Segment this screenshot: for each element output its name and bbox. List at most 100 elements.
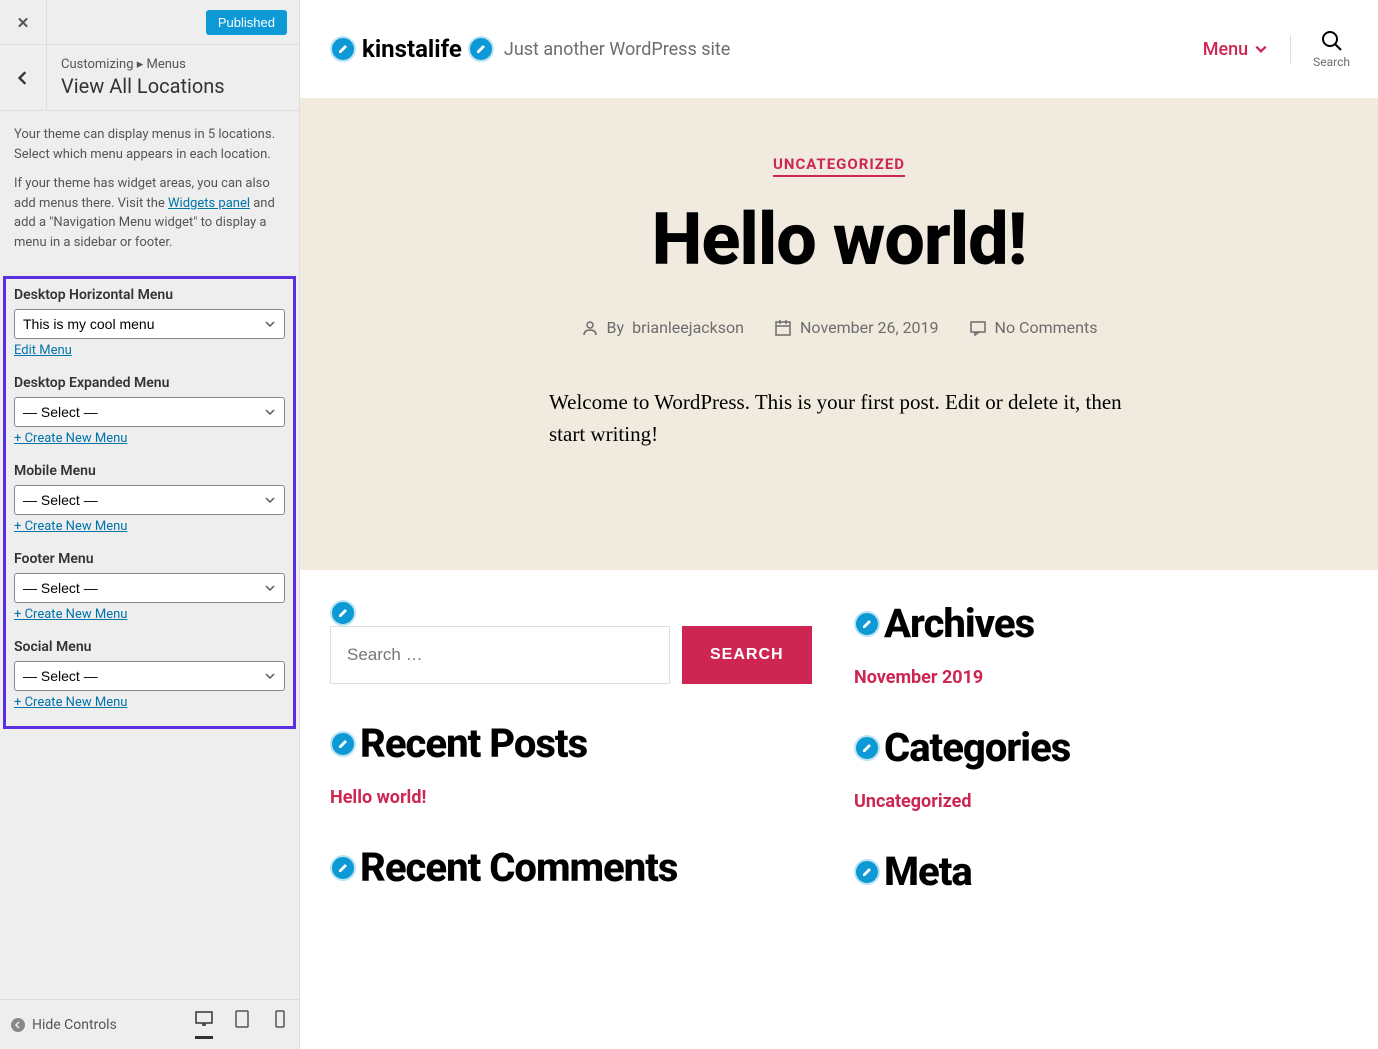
recent-comments-widget: Recent Comments <box>330 844 824 891</box>
create-menu-link[interactable]: + Create New Menu <box>14 607 127 622</box>
search-input[interactable] <box>330 626 670 684</box>
header-actions: Menu Search <box>1203 29 1350 69</box>
search-submit-button[interactable]: SEARCH <box>682 626 812 684</box>
widget-title: Meta <box>884 848 972 895</box>
site-tagline: Just another WordPress site <box>504 39 730 60</box>
chevron-left-icon <box>16 71 30 85</box>
recent-posts-widget: Recent Posts Hello world! <box>330 720 824 808</box>
desc-line2: If your theme has widget areas, you can … <box>14 174 285 252</box>
search-icon <box>1320 29 1344 53</box>
desktop-preview-button[interactable] <box>195 1010 213 1039</box>
edit-menu-link[interactable]: Edit Menu <box>14 343 72 358</box>
widget-title: Recent Posts <box>360 720 587 767</box>
location-select[interactable]: — Select — <box>14 485 285 515</box>
widget-title: Archives <box>884 600 1034 647</box>
recent-post-link[interactable]: Hello world! <box>330 787 824 808</box>
edit-shortcut-icon[interactable] <box>468 36 494 62</box>
location-desktop-horizontal: Desktop Horizontal Menu This is my cool … <box>14 287 285 358</box>
archives-widget: Archives November 2019 <box>854 600 1348 688</box>
location-desktop-expanded: Desktop Expanded Menu — Select — + Creat… <box>14 375 285 446</box>
search-form: SEARCH <box>330 626 824 684</box>
hide-controls-button[interactable]: Hide Controls <box>10 1017 183 1033</box>
widget-column-2: Archives November 2019 Categories Uncate… <box>854 600 1348 931</box>
search-widget: SEARCH <box>330 600 824 684</box>
tablet-icon <box>233 1010 251 1028</box>
panel-description: Your theme can display menus in 5 locati… <box>0 111 299 276</box>
post-title: Hello world! <box>300 197 1378 282</box>
widget-column-1: SEARCH Recent Posts Hello world! Recent … <box>330 600 824 931</box>
post-hero: UNCATEGORIZED Hello world! By brianleeja… <box>300 98 1378 570</box>
post-date: November 26, 2019 <box>774 318 939 337</box>
location-label: Mobile Menu <box>14 463 285 479</box>
category-link[interactable]: UNCATEGORIZED <box>773 155 905 177</box>
desc-line1: Your theme can display menus in 5 locati… <box>14 125 285 164</box>
footer-widgets: SEARCH Recent Posts Hello world! Recent … <box>300 570 1378 961</box>
post-category: UNCATEGORIZED <box>300 154 1378 173</box>
location-label: Footer Menu <box>14 551 285 567</box>
mobile-icon <box>271 1010 289 1028</box>
panel-title-text: Customizing ▸ Menus View All Locations <box>47 45 239 110</box>
location-footer: Footer Menu — Select — + Create New Menu <box>14 551 285 622</box>
publish-area: Published <box>47 0 299 44</box>
widget-title: Categories <box>884 724 1070 771</box>
back-button[interactable] <box>0 45 47 110</box>
menu-toggle-button[interactable]: Menu <box>1203 39 1268 60</box>
location-social: Social Menu — Select — + Create New Menu <box>14 639 285 710</box>
location-select[interactable]: — Select — <box>14 573 285 603</box>
create-menu-link[interactable]: + Create New Menu <box>14 695 127 710</box>
comment-icon <box>969 319 987 337</box>
create-menu-link[interactable]: + Create New Menu <box>14 431 127 446</box>
menu-label: Menu <box>1203 39 1248 60</box>
location-select[interactable]: — Select — <box>14 661 285 691</box>
customizer-footer: Hide Controls <box>0 999 299 1049</box>
search-label: Search <box>1313 55 1350 69</box>
device-preview-buttons <box>195 1010 289 1039</box>
categories-widget: Categories Uncategorized <box>854 724 1348 812</box>
customizer-body: Your theme can display menus in 5 locati… <box>0 111 299 999</box>
location-label: Desktop Horizontal Menu <box>14 287 285 303</box>
breadcrumb: Customizing ▸ Menus <box>61 57 225 72</box>
chevron-down-icon <box>1254 42 1268 56</box>
archive-link[interactable]: November 2019 <box>854 667 1348 688</box>
customizer-header: ✕ Published <box>0 0 299 45</box>
edit-shortcut-icon[interactable] <box>330 855 356 881</box>
category-link[interactable]: Uncategorized <box>854 791 1348 812</box>
close-button[interactable]: ✕ <box>0 0 47 45</box>
post-meta: By brianleejackson November 26, 2019 No … <box>300 318 1378 337</box>
edit-shortcut-icon[interactable] <box>330 731 356 757</box>
edit-shortcut-icon[interactable] <box>854 735 880 761</box>
desktop-icon <box>195 1010 213 1028</box>
edit-shortcut-icon[interactable] <box>330 600 356 626</box>
panel-header: Customizing ▸ Menus View All Locations <box>0 45 299 111</box>
post-author: By brianleejackson <box>581 318 744 337</box>
calendar-icon <box>774 319 792 337</box>
tablet-preview-button[interactable] <box>233 1010 251 1039</box>
widget-title: Recent Comments <box>360 844 677 891</box>
edit-shortcut-icon[interactable] <box>330 36 356 62</box>
create-menu-link[interactable]: + Create New Menu <box>14 519 127 534</box>
site-title[interactable]: kinstalife <box>362 35 462 63</box>
separator <box>1290 35 1291 63</box>
published-button[interactable]: Published <box>206 10 287 35</box>
customizer-sidebar: ✕ Published Customizing ▸ Menus View All… <box>0 0 300 1049</box>
post-comments[interactable]: No Comments <box>969 318 1098 337</box>
site-header: kinstalife Just another WordPress site M… <box>300 0 1378 98</box>
location-label: Social Menu <box>14 639 285 655</box>
hide-controls-label: Hide Controls <box>32 1017 117 1033</box>
location-select[interactable]: This is my cool menu <box>14 309 285 339</box>
edit-shortcut-icon[interactable] <box>854 611 880 637</box>
preview-pane: kinstalife Just another WordPress site M… <box>300 0 1378 1049</box>
menu-locations-highlight: Desktop Horizontal Menu This is my cool … <box>3 276 296 729</box>
edit-shortcut-icon[interactable] <box>854 859 880 885</box>
search-toggle-button[interactable]: Search <box>1313 29 1350 69</box>
meta-widget: Meta <box>854 848 1348 895</box>
mobile-preview-button[interactable] <box>271 1010 289 1039</box>
user-icon <box>581 319 599 337</box>
widgets-panel-link[interactable]: Widgets panel <box>168 196 250 211</box>
chevron-left-circle-icon <box>10 1017 26 1033</box>
site-branding: kinstalife Just another WordPress site <box>330 35 730 63</box>
location-select[interactable]: — Select — <box>14 397 285 427</box>
post-content: Welcome to WordPress. This is your first… <box>549 337 1129 500</box>
author-link[interactable]: brianleejackson <box>632 318 744 337</box>
location-mobile: Mobile Menu — Select — + Create New Menu <box>14 463 285 534</box>
